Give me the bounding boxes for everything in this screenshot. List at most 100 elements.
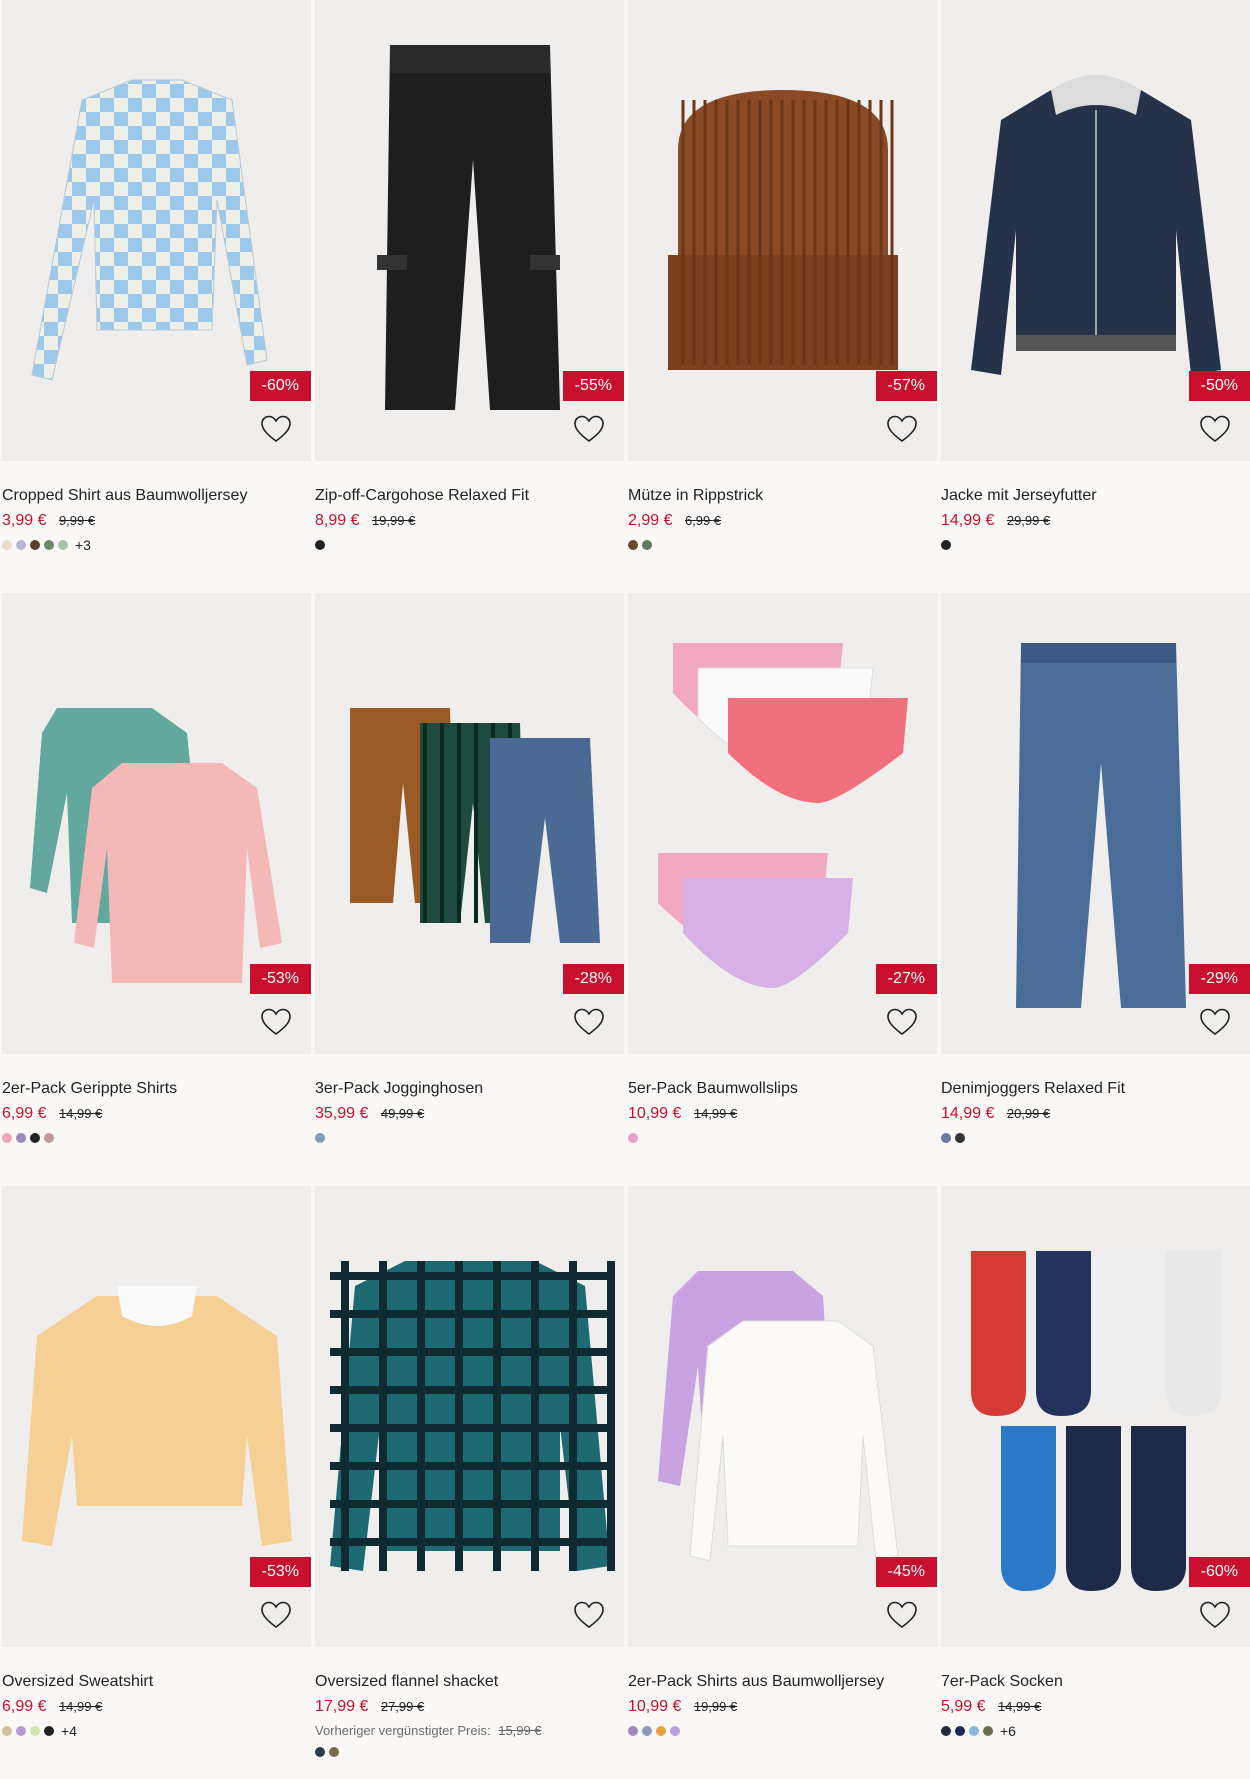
color-swatch[interactable] [315, 1747, 325, 1757]
product-image[interactable]: -50% [941, 0, 1250, 461]
favorite-heart-icon[interactable] [885, 1005, 919, 1039]
color-swatch[interactable] [30, 540, 40, 550]
product-card[interactable]: Oversized flannel shacket 17,99 € 27,99 … [315, 1186, 624, 1779]
color-swatch[interactable] [656, 1726, 666, 1736]
color-swatches: +3 [2, 537, 311, 553]
favorite-heart-icon[interactable] [885, 1598, 919, 1632]
product-image[interactable]: -27% [628, 593, 937, 1054]
product-image[interactable]: -55% [315, 0, 624, 461]
color-swatch[interactable] [44, 540, 54, 550]
original-price: 14,99 € [58, 1699, 103, 1714]
product-title[interactable]: Cropped Shirt aus Baumwolljersey [2, 486, 311, 506]
color-swatch[interactable] [955, 1133, 965, 1143]
favorite-heart-icon[interactable] [259, 1598, 293, 1632]
favorite-heart-icon[interactable] [1198, 412, 1232, 446]
favorite-heart-icon[interactable] [259, 1005, 293, 1039]
original-price: 49,99 € [380, 1106, 425, 1121]
color-swatch[interactable] [2, 540, 12, 550]
product-image[interactable]: -53% [2, 1186, 311, 1647]
color-swatch[interactable] [628, 540, 638, 550]
product-title[interactable]: 3er-Pack Jogginghosen [315, 1079, 624, 1099]
original-price: 14,99 € [693, 1106, 738, 1121]
product-title[interactable]: Jacke mit Jerseyfutter [941, 486, 1250, 506]
color-swatch[interactable] [670, 1726, 680, 1736]
color-swatch[interactable] [955, 1726, 965, 1736]
color-swatch[interactable] [315, 1133, 325, 1143]
product-card[interactable]: -57% Mütze in Rippstrick 2,99 € 6,99 € [628, 0, 937, 593]
color-swatch[interactable] [58, 540, 68, 550]
color-swatch[interactable] [628, 1133, 638, 1143]
more-colors-count[interactable]: +3 [75, 537, 91, 553]
product-image[interactable]: -29% [941, 593, 1250, 1054]
color-swatch[interactable] [44, 1726, 54, 1736]
favorite-heart-icon[interactable] [1198, 1598, 1232, 1632]
product-image[interactable]: -53% [2, 593, 311, 1054]
product-photo [330, 1261, 615, 1571]
product-title[interactable]: Oversized flannel shacket [315, 1672, 624, 1692]
color-swatches [628, 1724, 937, 1738]
product-card[interactable]: -27% 5er-Pack Baumwollslips 10,99 € 14,9… [628, 593, 937, 1186]
color-swatches [628, 538, 937, 552]
product-card[interactable]: -29% Denimjoggers Relaxed Fit 14,99 € 20… [941, 593, 1250, 1186]
favorite-heart-icon[interactable] [572, 1005, 606, 1039]
product-card[interactable]: -45% 2er-Pack Shirts aus Baumwolljersey … [628, 1186, 937, 1779]
product-title[interactable]: Oversized Sweatshirt [2, 1672, 311, 1692]
color-swatch[interactable] [2, 1133, 12, 1143]
product-card[interactable]: -55% Zip-off-Cargohose Relaxed Fit 8,99 … [315, 0, 624, 593]
discount-badge: -60% [1188, 1557, 1250, 1587]
color-swatches [628, 1131, 937, 1145]
favorite-heart-icon[interactable] [885, 412, 919, 446]
product-grid: -60% Cropped Shirt aus Baumwolljersey 3,… [0, 0, 1250, 1779]
favorite-heart-icon[interactable] [572, 412, 606, 446]
color-swatch[interactable] [941, 1133, 951, 1143]
product-title[interactable]: 5er-Pack Baumwollslips [628, 1079, 937, 1099]
favorite-heart-icon[interactable] [259, 412, 293, 446]
sale-price: 6,99 € [2, 1698, 47, 1715]
product-image[interactable]: -60% [2, 0, 311, 461]
product-card[interactable]: -60% 7er-Pack Socken 5,99 € 14,99 € +6 [941, 1186, 1250, 1779]
product-card[interactable]: -53% Oversized Sweatshirt 6,99 € 14,99 €… [2, 1186, 311, 1779]
color-swatch[interactable] [642, 540, 652, 550]
color-swatch[interactable] [30, 1133, 40, 1143]
color-swatch[interactable] [16, 540, 26, 550]
color-swatch[interactable] [983, 1726, 993, 1736]
discount-badge: -57% [875, 371, 937, 401]
product-title[interactable]: 2er-Pack Gerippte Shirts [2, 1079, 311, 1099]
color-swatches [941, 1131, 1250, 1145]
color-swatch[interactable] [30, 1726, 40, 1736]
product-title[interactable]: Mütze in Rippstrick [628, 486, 937, 506]
sale-price: 3,99 € [2, 512, 47, 529]
product-card[interactable]: -53% 2er-Pack Gerippte Shirts 6,99 € 14,… [2, 593, 311, 1186]
more-colors-count[interactable]: +6 [1000, 1723, 1016, 1739]
original-price: 27,99 € [380, 1699, 425, 1714]
color-swatch[interactable] [16, 1133, 26, 1143]
color-swatch[interactable] [642, 1726, 652, 1736]
product-card[interactable]: -50% Jacke mit Jerseyfutter 14,99 € 29,9… [941, 0, 1250, 593]
product-card[interactable]: -28% 3er-Pack Jogginghosen 35,99 € 49,99… [315, 593, 624, 1186]
product-card[interactable]: -60% Cropped Shirt aus Baumwolljersey 3,… [2, 0, 311, 593]
discount-badge: -29% [1188, 964, 1250, 994]
color-swatch[interactable] [941, 1726, 951, 1736]
product-image[interactable] [315, 1186, 624, 1647]
color-swatch[interactable] [941, 540, 951, 550]
product-title[interactable]: Zip-off-Cargohose Relaxed Fit [315, 486, 624, 506]
product-title[interactable]: 2er-Pack Shirts aus Baumwolljersey [628, 1672, 937, 1692]
original-price: 14,99 € [58, 1106, 103, 1121]
product-image[interactable]: -28% [315, 593, 624, 1054]
favorite-heart-icon[interactable] [572, 1598, 606, 1632]
color-swatch[interactable] [16, 1726, 26, 1736]
product-image[interactable]: -60% [941, 1186, 1250, 1647]
product-image[interactable]: -57% [628, 0, 937, 461]
color-swatch[interactable] [2, 1726, 12, 1736]
color-swatch[interactable] [969, 1726, 979, 1736]
product-image[interactable]: -45% [628, 1186, 937, 1647]
favorite-heart-icon[interactable] [1198, 1005, 1232, 1039]
product-title[interactable]: Denimjoggers Relaxed Fit [941, 1079, 1250, 1099]
color-swatches [315, 1745, 624, 1759]
product-title[interactable]: 7er-Pack Socken [941, 1672, 1250, 1692]
more-colors-count[interactable]: +4 [61, 1723, 77, 1739]
color-swatch[interactable] [315, 540, 325, 550]
color-swatch[interactable] [628, 1726, 638, 1736]
color-swatch[interactable] [329, 1747, 339, 1757]
color-swatch[interactable] [44, 1133, 54, 1143]
